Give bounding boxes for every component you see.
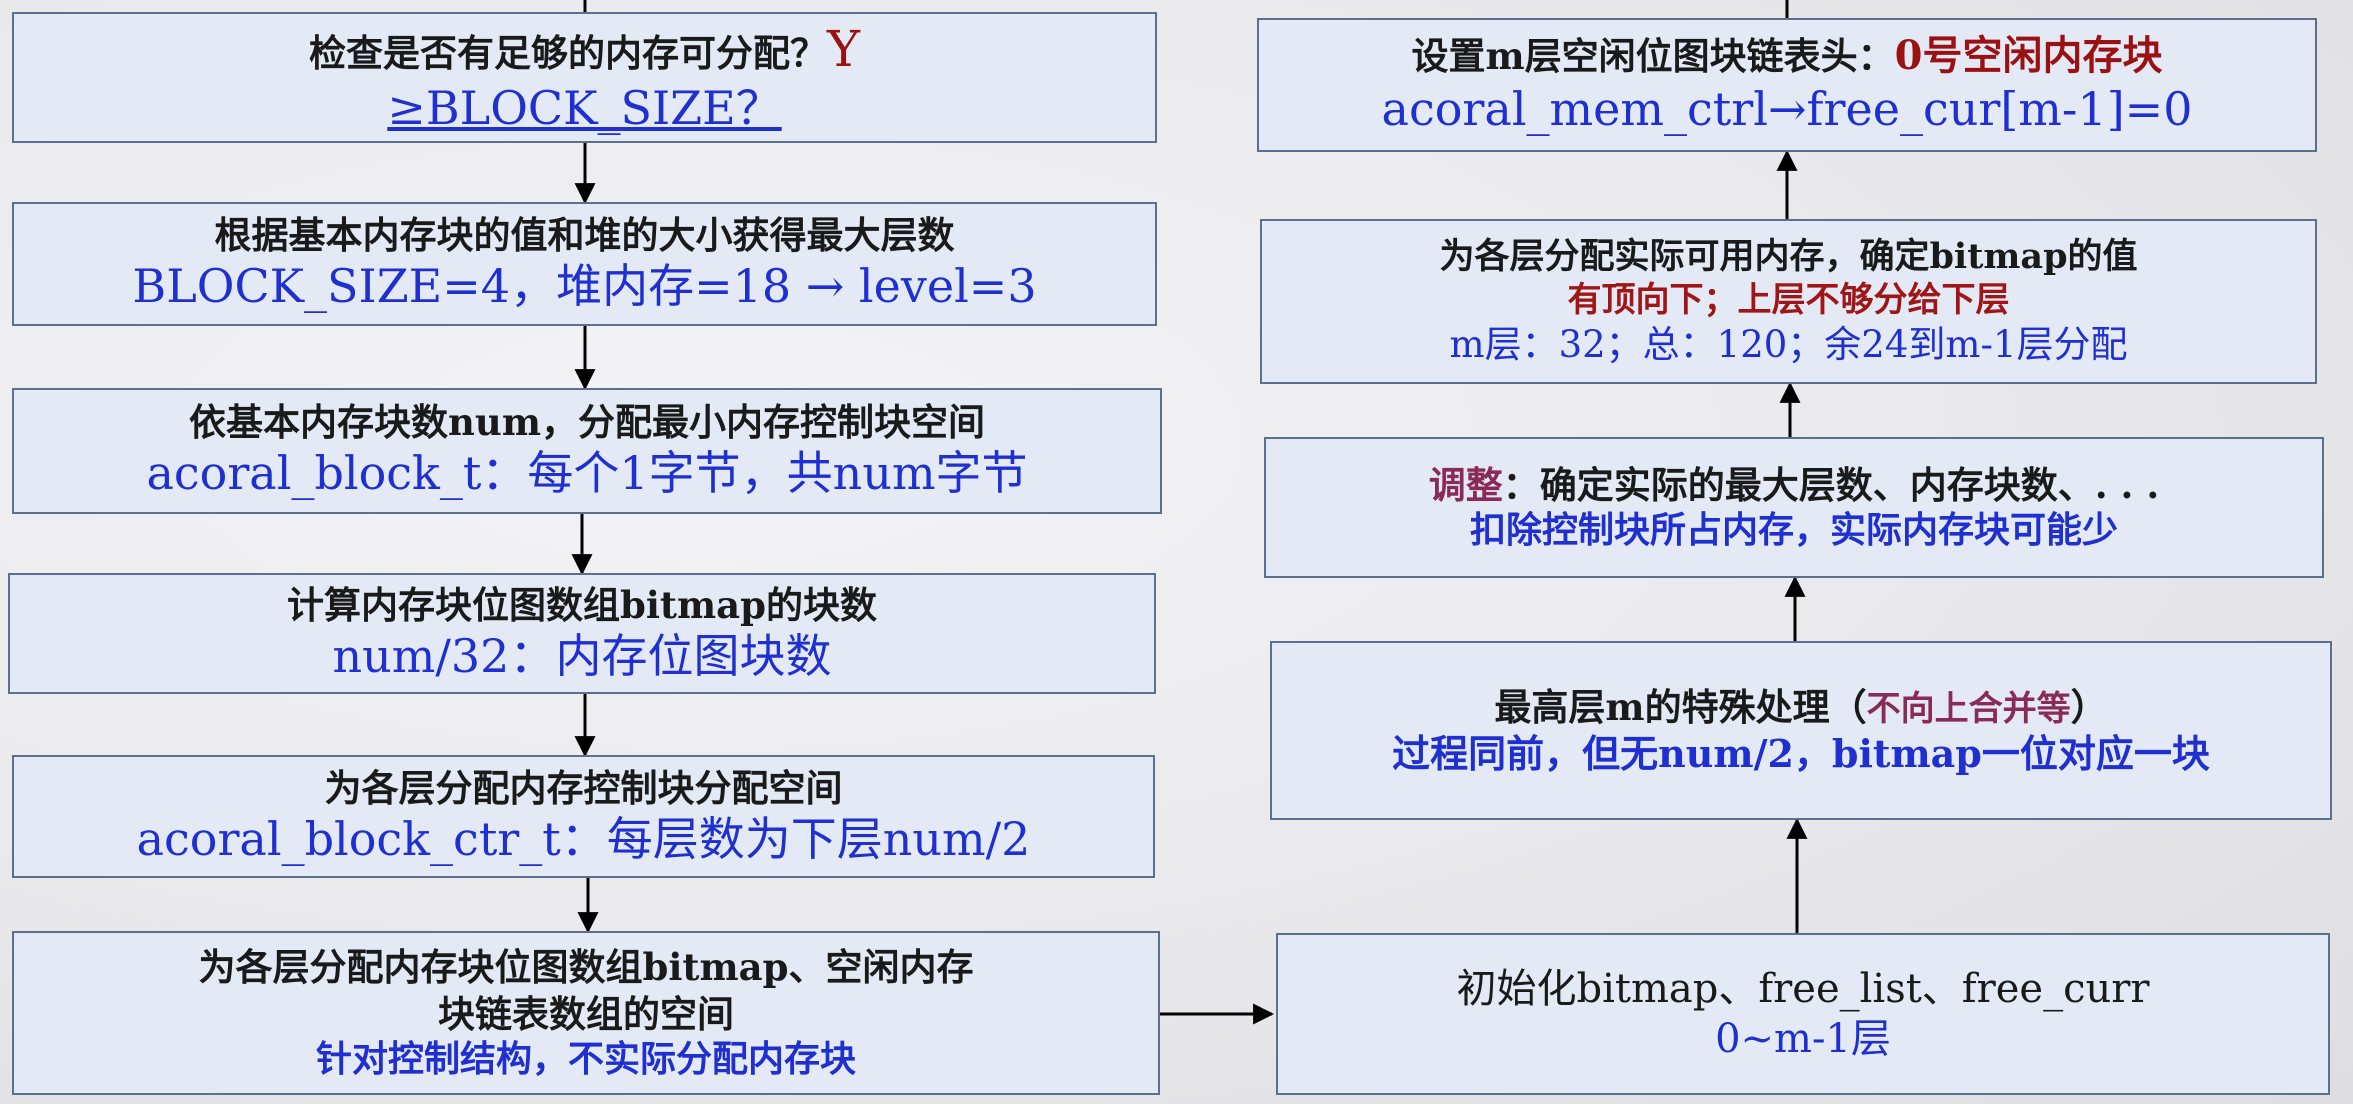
box-max-level: 根据基本内存块的值和堆的大小获得最大层数 BLOCK_SIZE=4，堆内存=18… [12, 202, 1157, 326]
assign-desc: 为各层分配实际可用内存，确定bitmap的值 [1439, 236, 2138, 278]
box-set-list-head: 设置m层空闲位图块链表头：0号空闲内存块 acoral_mem_ctrl→fre… [1257, 18, 2317, 152]
box-adjust: 调整：确定实际的最大层数、内存块数、. . . 扣除控制块所占内存，实际内存块可… [1264, 437, 2324, 578]
num-desc: 依基本内存块数num，分配最小内存控制块空间 [189, 400, 985, 445]
num-detail: acoral_block_t：每个1字节，共num字节 [146, 446, 1028, 501]
level-example: BLOCK_SIZE=4，堆内存=18 → level=3 [132, 259, 1037, 314]
top-desc: 最高层m的特殊处理（ [1494, 684, 1867, 729]
assign-rule: 有顶向下；上层不够分给下层 [1567, 280, 2010, 320]
bitmap-desc: 计算内存块位图数组bitmap的块数 [286, 582, 877, 627]
arrays-note: 针对控制结构，不实际分配内存块 [315, 1037, 856, 1080]
ctr-detail: acoral_block_ctr_t：每层数为下层num/2 [136, 811, 1031, 866]
adjust-note: 扣除控制块所占内存，实际内存块可能少 [1469, 509, 2118, 552]
adjust-mark: 调整 [1428, 462, 1503, 507]
box-init: 初始化bitmap、free_list、free_curr 0~m-1层 [1276, 933, 2330, 1095]
bitmap-detail: num/32：内存位图块数 [332, 628, 832, 683]
box-assign-memory: 为各层分配实际可用内存，确定bitmap的值 有顶向下；上层不够分给下层 m层：… [1260, 219, 2317, 384]
top-note: 过程同前，但无num/2，bitmap一位对应一块 [1392, 731, 2210, 776]
init-desc: 初始化bitmap、free_list、free_curr [1456, 966, 2150, 1012]
check-question: 检查是否有足够的内存可分配？ [308, 30, 827, 75]
assign-example: m层：32；总：120；余24到m-1层分配 [1449, 322, 2128, 366]
box-top-level: 最高层m的特殊处理（不向上合并等） 过程同前，但无num/2，bitmap一位对… [1270, 641, 2332, 820]
head-code: acoral_mem_ctrl→free_cur[m-1]=0 [1381, 82, 2193, 137]
ctr-desc: 为各层分配内存控制块分配空间 [324, 765, 843, 810]
arrays-desc-2: 块链表数组的空间 [438, 991, 734, 1036]
level-desc: 根据基本内存块的值和堆的大小获得最大层数 [214, 213, 955, 258]
head-mark: 0号空闲内存块 [1894, 32, 2163, 80]
box-bitmap-count: 计算内存块位图数组bitmap的块数 num/32：内存位图块数 [8, 573, 1156, 694]
check-yes-mark: Y [826, 19, 860, 78]
arrays-desc-1: 为各层分配内存块位图数组bitmap、空闲内存 [198, 945, 974, 990]
check-condition: ≥BLOCK_SIZE？ [387, 81, 782, 135]
box-bitmap-freelist: 为各层分配内存块位图数组bitmap、空闲内存 块链表数组的空间 针对控制结构，… [12, 931, 1160, 1095]
box-level-control: 为各层分配内存控制块分配空间 acoral_block_ctr_t：每层数为下层… [12, 755, 1155, 878]
box-min-control-block: 依基本内存块数num，分配最小内存控制块空间 acoral_block_t：每个… [12, 388, 1162, 514]
top-mark: 不向上合并等 [1866, 688, 2071, 729]
box-check-memory: 检查是否有足够的内存可分配？Y ≥BLOCK_SIZE？ [12, 12, 1157, 143]
adjust-desc: ：确定实际的最大层数、内存块数、. . . [1502, 462, 2160, 507]
head-desc: 设置m层空闲位图块链表头： [1411, 34, 1895, 79]
top-desc-end: ） [2070, 684, 2108, 729]
init-range: 0~m-1层 [1715, 1016, 1891, 1062]
